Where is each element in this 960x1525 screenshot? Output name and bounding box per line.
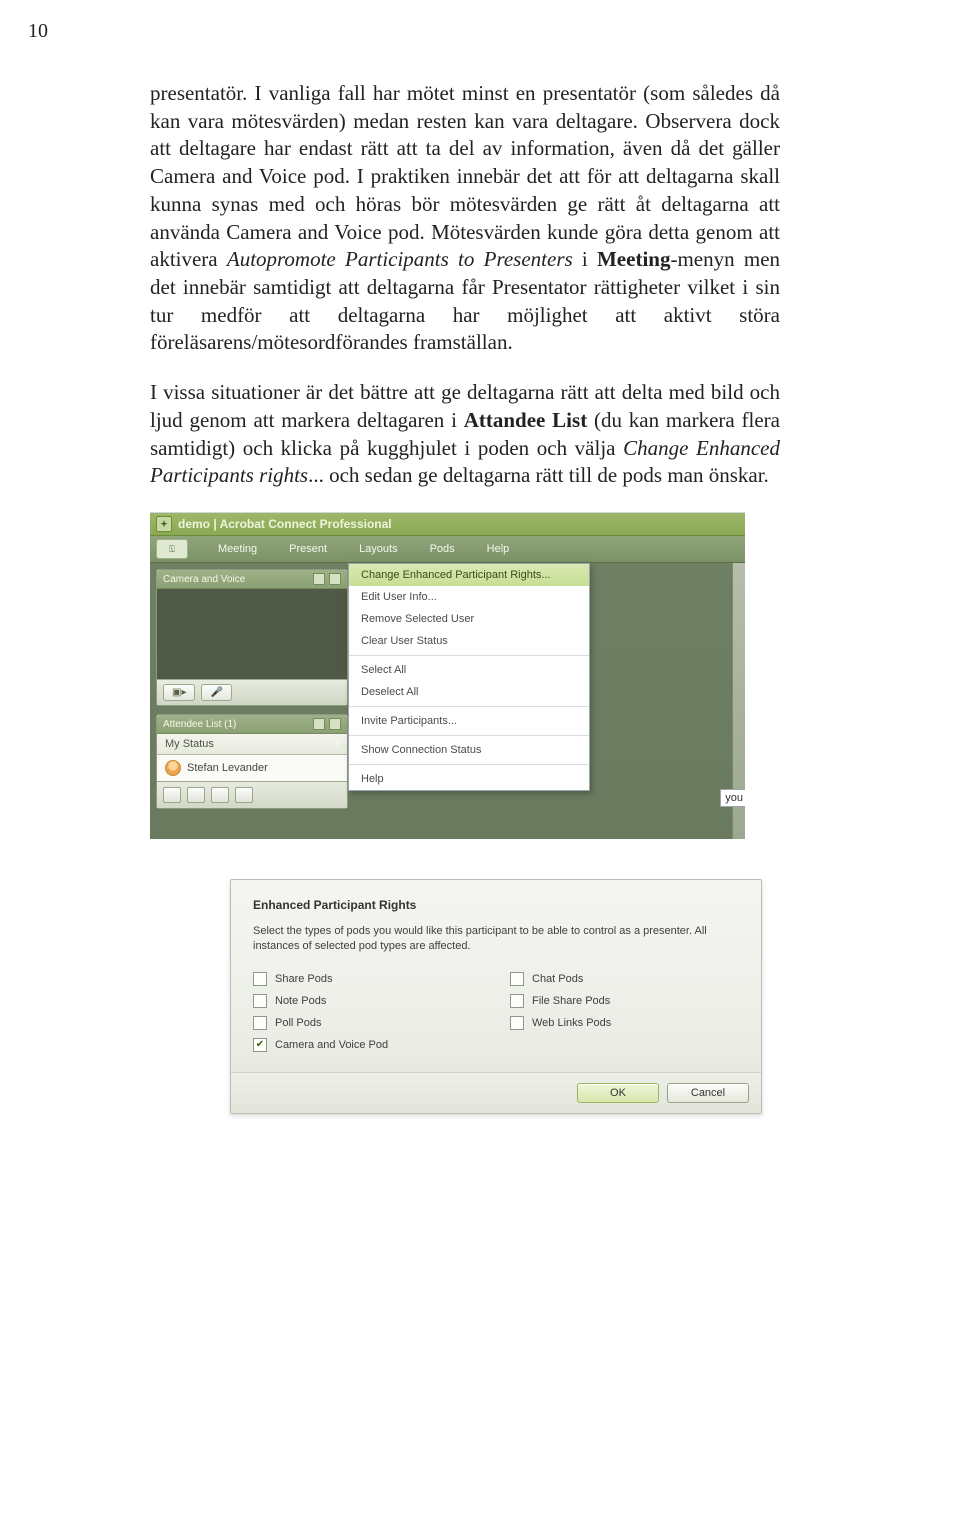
attendee-name: Stefan Levander	[187, 762, 268, 774]
menu-change-enhanced-rights[interactable]: Change Enhanced Participant Rights...	[349, 564, 589, 586]
dialog-description: Select the types of pods you would like …	[253, 924, 739, 954]
paragraph-1: presentatör. I vanliga fall har mötet mi…	[150, 80, 780, 357]
attendee-pod-title: Attendee List (1)	[163, 719, 236, 730]
checkbox-icon[interactable]: ✔	[253, 1038, 267, 1052]
menu-separator	[349, 764, 589, 765]
attendee-list-pod: Attendee List (1) My Status ▾	[156, 714, 348, 809]
menu-edit-user-info[interactable]: Edit User Info...	[349, 586, 589, 608]
menu-clear-user-status[interactable]: Clear User Status	[349, 630, 589, 652]
option-poll-pods[interactable]: Poll Pods	[253, 1016, 482, 1030]
attendee-tool-gear-icon[interactable]	[235, 787, 253, 803]
app-logo-icon: ⍂	[156, 539, 188, 559]
menu-select-all[interactable]: Select All	[349, 659, 589, 681]
option-web-links-pods[interactable]: Web Links Pods	[510, 1016, 739, 1030]
checkbox-icon[interactable]	[510, 994, 524, 1008]
menu-separator	[349, 655, 589, 656]
option-label: Share Pods	[275, 973, 332, 985]
option-camera-voice-pod[interactable]: ✔ Camera and Voice Pod	[253, 1038, 482, 1052]
camera-voice-pod-title: Camera and Voice	[163, 574, 245, 585]
page-number: 10	[28, 20, 48, 43]
menu-invite-participants[interactable]: Invite Participants...	[349, 710, 589, 732]
option-label: Poll Pods	[275, 1017, 321, 1029]
document-body: presentatör. I vanliga fall har mötet mi…	[150, 80, 780, 490]
option-label: Web Links Pods	[532, 1017, 611, 1029]
option-share-pods[interactable]: Share Pods	[253, 972, 482, 986]
menu-separator	[349, 735, 589, 736]
option-label: Note Pods	[275, 995, 326, 1007]
pod-options-icon[interactable]	[329, 718, 341, 730]
dialog-title: Enhanced Participant Rights	[253, 898, 739, 912]
acrobat-connect-screenshot: ✦ demo | Acrobat Connect Professional ⍂ …	[150, 512, 745, 839]
pod-minimize-icon[interactable]	[313, 718, 325, 730]
you-label: you	[720, 789, 745, 807]
checkbox-icon[interactable]	[253, 972, 267, 986]
menu-pods[interactable]: Pods	[414, 538, 471, 560]
window-titlebar: ✦ demo | Acrobat Connect Professional	[150, 513, 745, 536]
window-icon: ✦	[156, 516, 172, 532]
pod-options-icon[interactable]	[329, 573, 341, 585]
menu-help[interactable]: Help	[471, 538, 526, 560]
attendee-tool-3[interactable]	[211, 787, 229, 803]
checkbox-icon[interactable]	[510, 1016, 524, 1030]
ok-button[interactable]: OK	[577, 1083, 659, 1103]
paragraph-2: I vissa situationer är det bättre att ge…	[150, 379, 780, 490]
menu-present[interactable]: Present	[273, 538, 343, 560]
attendee-tool-1[interactable]	[163, 787, 181, 803]
option-chat-pods[interactable]: Chat Pods	[510, 972, 739, 986]
checkbox-icon[interactable]	[510, 972, 524, 986]
menu-separator	[349, 706, 589, 707]
option-label: File Share Pods	[532, 995, 610, 1007]
workspace: Camera and Voice ▣▸ 🎤	[150, 563, 745, 839]
attendee-row[interactable]: Stefan Levander	[157, 755, 347, 781]
pod-controls[interactable]	[313, 573, 341, 585]
pod-options-menu: Change Enhanced Participant Rights... Ed…	[348, 563, 590, 791]
microphone-button[interactable]: 🎤	[201, 684, 231, 701]
pod-minimize-icon[interactable]	[313, 573, 325, 585]
checkbox-icon[interactable]	[253, 1016, 267, 1030]
menu-meeting[interactable]: Meeting	[202, 538, 273, 560]
chevron-down-icon[interactable]: ▾	[334, 739, 339, 750]
camera-voice-pod: Camera and Voice ▣▸ 🎤	[156, 569, 348, 706]
attendee-pod-controls[interactable]	[313, 718, 341, 730]
option-label: Camera and Voice Pod	[275, 1039, 388, 1051]
cancel-button[interactable]: Cancel	[667, 1083, 749, 1103]
checkbox-icon[interactable]	[253, 994, 267, 1008]
enhanced-rights-dialog: Enhanced Participant Rights Select the t…	[230, 879, 762, 1114]
window-title: demo | Acrobat Connect Professional	[178, 517, 392, 531]
menu-show-connection-status[interactable]: Show Connection Status	[349, 739, 589, 761]
person-icon	[165, 760, 181, 776]
option-label: Chat Pods	[532, 973, 583, 985]
menu-help-item[interactable]: Help	[349, 768, 589, 790]
menu-bar: ⍂ Meeting Present Layouts Pods Help	[150, 536, 745, 563]
camera-voice-body	[157, 589, 347, 679]
option-note-pods[interactable]: Note Pods	[253, 994, 482, 1008]
camera-button[interactable]: ▣▸	[163, 684, 195, 701]
menu-deselect-all[interactable]: Deselect All	[349, 681, 589, 703]
left-column: Camera and Voice ▣▸ 🎤	[156, 569, 348, 809]
menu-remove-selected-user[interactable]: Remove Selected User	[349, 608, 589, 630]
attendee-toolbar	[157, 781, 347, 808]
option-file-share-pods[interactable]: File Share Pods	[510, 994, 739, 1008]
my-status-label[interactable]: My Status	[165, 738, 214, 750]
menu-layouts[interactable]: Layouts	[343, 538, 414, 560]
attendee-tool-2[interactable]	[187, 787, 205, 803]
dialog-options: Share Pods Chat Pods Note Pods File Shar…	[253, 972, 739, 1052]
